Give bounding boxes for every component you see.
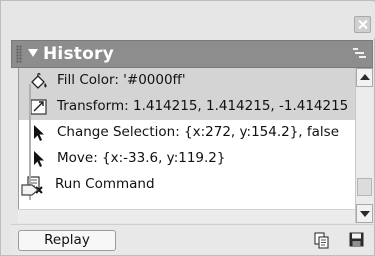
- history-item-label: Fill Color: '#0000ff': [57, 72, 186, 88]
- close-button[interactable]: [354, 16, 371, 33]
- save-as-command-icon[interactable]: [349, 232, 364, 247]
- collapse-arrow-icon[interactable]: [28, 49, 38, 57]
- horizontal-scrollbar[interactable]: [18, 209, 355, 223]
- panel-title: History: [43, 44, 114, 64]
- scroll-up-button[interactable]: [356, 68, 373, 87]
- fill-color-icon: [31, 73, 47, 89]
- drag-grip-icon[interactable]: [16, 45, 22, 63]
- transform-icon: [30, 99, 47, 115]
- history-slider-handle[interactable]: [21, 184, 39, 196]
- vertical-scrollbar[interactable]: [355, 68, 373, 223]
- history-item-label: Run Command: [55, 176, 155, 192]
- panel-options-icon[interactable]: [353, 48, 366, 60]
- history-item-change-selection[interactable]: Change Selection: {x:272, y:154.2}, fals…: [19, 120, 355, 146]
- history-item-run-command[interactable]: Run Command: [19, 172, 355, 198]
- window-titlebar: [2, 2, 375, 38]
- history-item-label: Move: {x:-33.6, y:119.2}: [57, 150, 226, 166]
- scroll-down-button[interactable]: [356, 204, 373, 223]
- history-item-fill-color[interactable]: Fill Color: '#0000ff': [19, 68, 355, 94]
- scroll-thumb[interactable]: [357, 178, 372, 196]
- history-item-move[interactable]: Move: {x:-33.6, y:119.2}: [19, 146, 355, 172]
- panel-footer: Replay: [11, 224, 373, 255]
- arrow-pointer-icon: [34, 151, 44, 167]
- history-slider-track: [29, 84, 31, 200]
- history-item-transform[interactable]: Transform: 1.414215, 1.414215, -1.414215: [19, 94, 355, 120]
- history-panel-window: History Fill Color: '#0000ff' Transform:…: [0, 0, 375, 256]
- arrow-pointer-icon: [34, 125, 44, 141]
- copy-steps-icon[interactable]: [314, 232, 330, 249]
- history-list: Fill Color: '#0000ff' Transform: 1.41421…: [18, 68, 355, 209]
- history-item-label: Transform: 1.414215, 1.414215, -1.414215: [57, 98, 349, 114]
- history-item-label: Change Selection: {x:272, y:154.2}, fals…: [57, 124, 339, 140]
- panel-header[interactable]: History: [11, 40, 373, 68]
- replay-button[interactable]: Replay: [18, 230, 116, 251]
